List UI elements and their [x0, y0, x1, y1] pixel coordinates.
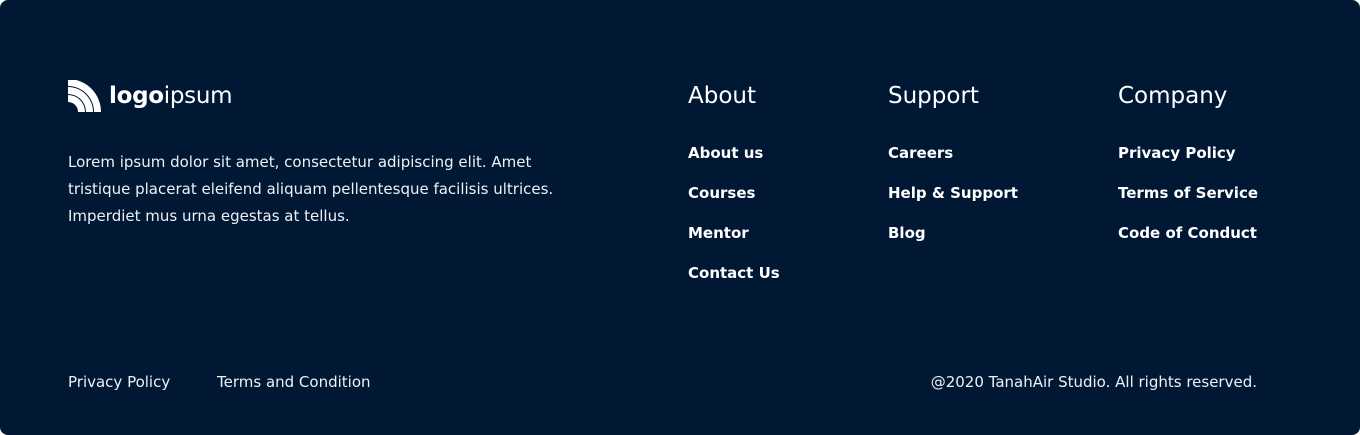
link-list-support: Careers Help & Support Blog: [888, 138, 1018, 258]
link-help-support[interactable]: Help & Support: [888, 184, 1018, 202]
list-item: Privacy Policy: [1118, 138, 1258, 178]
list-item: Code of Conduct: [1118, 218, 1258, 258]
link-privacy-policy[interactable]: Privacy Policy: [1118, 144, 1236, 162]
link-about-us[interactable]: About us: [688, 144, 763, 162]
rss-arcs-icon: [68, 80, 101, 112]
logo[interactable]: logoipsum: [68, 80, 233, 112]
footer-column-company: Company Privacy Policy Terms of Service …: [1118, 81, 1258, 258]
link-terms-of-service[interactable]: Terms of Service: [1118, 184, 1258, 202]
logo-wordmark-light: ipsum: [163, 83, 233, 109]
footer-bottom-bar: Privacy Policy Terms and Condition @2020…: [0, 370, 1360, 394]
link-courses[interactable]: Courses: [688, 184, 755, 202]
site-footer: logoipsum Lorem ipsum dolor sit amet, co…: [0, 0, 1360, 435]
list-item: Terms of Service: [1118, 178, 1258, 218]
list-item: Contact Us: [688, 258, 780, 298]
link-careers[interactable]: Careers: [888, 144, 953, 162]
bottom-link-privacy-policy[interactable]: Privacy Policy: [68, 370, 170, 394]
link-code-of-conduct[interactable]: Code of Conduct: [1118, 224, 1257, 242]
list-item: Mentor: [688, 218, 780, 258]
list-item: Help & Support: [888, 178, 1018, 218]
footer-column-support: Support Careers Help & Support Blog: [888, 81, 1018, 258]
link-blog[interactable]: Blog: [888, 224, 926, 242]
link-contact-us[interactable]: Contact Us: [688, 264, 780, 282]
column-title-support: Support: [888, 83, 979, 109]
logo-wordmark: logoipsum: [109, 80, 233, 112]
footer-description: Lorem ipsum dolor sit amet, consectetur …: [68, 153, 554, 225]
column-title-about: About: [688, 83, 757, 109]
link-list-company: Privacy Policy Terms of Service Code of …: [1118, 138, 1258, 258]
column-title-company: Company: [1118, 83, 1228, 109]
logo-wordmark-bold: logo: [109, 83, 164, 109]
link-list-about: About us Courses Mentor Contact Us: [688, 138, 780, 298]
list-item: Courses: [688, 178, 780, 218]
copyright-text: @2020 TanahAir Studio. All rights reserv…: [930, 373, 1257, 391]
bottom-link-terms-and-condition[interactable]: Terms and Condition: [217, 370, 371, 394]
list-item: Blog: [888, 218, 1018, 258]
list-item: Careers: [888, 138, 1018, 178]
list-item: About us: [688, 138, 780, 178]
link-mentor[interactable]: Mentor: [688, 224, 749, 242]
footer-column-about: About About us Courses Mentor Contact Us: [688, 81, 780, 298]
